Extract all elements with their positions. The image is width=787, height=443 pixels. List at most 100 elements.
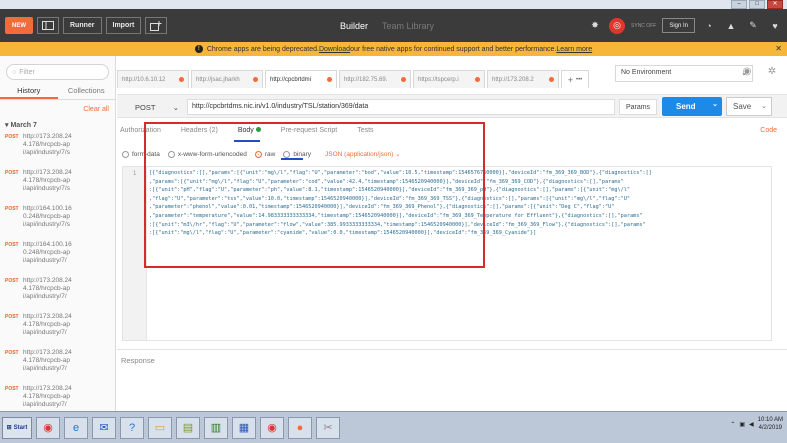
body-indicator-icon xyxy=(255,127,261,132)
minimize-button[interactable]: – xyxy=(731,0,747,9)
request-tab-active[interactable]: http://cpcbrtdmi xyxy=(265,70,337,88)
radio-urlencoded[interactable]: x-www-form-urlencoded xyxy=(167,150,247,158)
history-item[interactable]: POST http://173.208.24 4.178/hrcpcb-ap i/… xyxy=(0,165,115,201)
banner-text-2: our free native apps for continued suppo… xyxy=(350,45,557,53)
save-button[interactable]: Save ⌄ xyxy=(726,97,772,116)
ie-taskbar-icon[interactable]: e xyxy=(64,416,88,439)
tab-authorization[interactable]: Authorization xyxy=(120,127,161,141)
chevron-down-icon[interactable]: ⌄ xyxy=(712,100,718,108)
radio-raw[interactable]: raw xyxy=(254,150,275,158)
clock[interactable]: 10:10 AM 4/2/2019 xyxy=(758,416,783,432)
url-input[interactable]: http://cpcbrtdms.nic.in/v1.0/industry/TS… xyxy=(187,99,615,115)
banner-text-1: Chrome apps are being deprecated. xyxy=(206,45,319,53)
history-icon[interactable]: ◔ xyxy=(701,18,717,34)
chart-taskbar-icon[interactable]: ▥ xyxy=(204,416,228,439)
environment-select[interactable]: No Environment ⌄ xyxy=(615,65,753,82)
history-list: POST http://173.208.24 4.178/hrcpcb-ap i/… xyxy=(0,129,115,417)
postman-taskbar-icon[interactable]: ● xyxy=(288,416,312,439)
history-item[interactable]: POST http://173.208.24 4.178/hrcpcb-ap i/… xyxy=(0,273,115,309)
tab-body[interactable]: Body xyxy=(238,127,261,141)
raw-underline xyxy=(281,158,303,160)
params-button[interactable]: Params xyxy=(619,99,657,115)
radio-icon xyxy=(283,150,291,158)
chrome-taskbar-icon-2[interactable]: ◉ xyxy=(260,416,284,439)
date-group-label: March 7 xyxy=(10,122,37,129)
history-item[interactable]: POST http://164.100.16 0.248/hrcpcb-ap i/… xyxy=(0,201,115,237)
tab-headers[interactable]: Headers (2) xyxy=(181,127,218,141)
tab-tests[interactable]: Tests xyxy=(357,127,373,141)
gear-icon[interactable]: ✲ xyxy=(766,66,778,78)
tab-collections[interactable]: Collections xyxy=(58,86,116,99)
request-tab[interactable]: http://173.208.2 xyxy=(487,70,559,88)
team-library-tab[interactable]: Team Library xyxy=(382,21,434,31)
unsaved-dot-icon xyxy=(475,77,480,82)
help-taskbar-icon[interactable]: ? xyxy=(120,416,144,439)
history-url: http://173.208.24 4.178/hrcpcb-ap i/api/… xyxy=(23,277,72,300)
folder-taskbar-icon[interactable]: ▭ xyxy=(148,416,172,439)
radio-binary[interactable]: binary xyxy=(283,150,311,158)
banner-close-icon[interactable]: ✕ xyxy=(775,44,782,53)
bell-icon[interactable]: ▲ xyxy=(723,18,739,34)
notes-taskbar-icon[interactable]: ▤ xyxy=(176,416,200,439)
import-button[interactable]: Import xyxy=(105,17,142,34)
unsaved-dot-icon xyxy=(327,77,332,82)
history-item[interactable]: POST http://173.208.24 4.178/hrcpcb-ap i/… xyxy=(0,345,115,381)
request-tab[interactable]: https://tspcerp.i xyxy=(413,70,485,88)
chevron-down-icon: ⌄ xyxy=(395,151,401,158)
tool-taskbar-icon[interactable]: ✂ xyxy=(316,416,340,439)
runner-button[interactable]: Runner xyxy=(63,17,102,34)
wrench-icon[interactable]: ✎ xyxy=(745,18,761,34)
new-button[interactable]: NEW xyxy=(5,17,33,34)
send-button[interactable]: Send ⌄ xyxy=(662,97,722,116)
tray-arrow-icon[interactable]: ⌃ xyxy=(730,421,735,428)
tab-history[interactable]: History xyxy=(0,86,58,99)
tab-prerequest-script[interactable]: Pre-request Script xyxy=(281,127,337,141)
maximize-button[interactable]: □ xyxy=(749,0,765,9)
volume-icon[interactable]: ◀ xyxy=(749,421,754,428)
history-item[interactable]: POST http://164.100.16 0.248/hrcpcb-ap i/… xyxy=(0,237,115,273)
chrome-taskbar-icon[interactable]: ◉ xyxy=(36,416,60,439)
tab-label: http://cpcbrtdmi xyxy=(270,76,312,83)
body-editor[interactable]: 1 [{"diagnostics":[],"params":[{"unit":"… xyxy=(122,166,772,341)
deprecation-banner: ! Chrome apps are being deprecated. Down… xyxy=(0,42,787,56)
request-tab[interactable]: http://jsac.jharkh xyxy=(191,70,263,88)
builder-tab[interactable]: Builder xyxy=(340,21,368,31)
history-date-group[interactable]: ▾ March 7 xyxy=(0,113,115,129)
chevron-down-icon: ⌄ xyxy=(172,102,179,112)
new-window-button[interactable] xyxy=(145,17,168,34)
sign-in-button[interactable]: Sign In xyxy=(662,18,695,33)
content-type-select[interactable]: JSON (application/json) ⌄ xyxy=(325,150,401,158)
sidebar-toggle-button[interactable] xyxy=(37,17,59,34)
taskbar: ⊞ Start ◉ e ✉ ? ▭ ▤ ▥ ▦ ◉ ● ✂ ⌃ ▣ ◀ 10:10… xyxy=(0,411,787,443)
filter-input[interactable]: ○ Filter xyxy=(6,64,109,80)
body-code[interactable]: [{"diagnostics":[],"params":[{"unit":"mg… xyxy=(149,169,769,238)
clear-all-link[interactable]: Clear all xyxy=(0,100,115,113)
history-item[interactable]: POST http://173.208.24 4.178/hrcpcb-ap i/… xyxy=(0,129,115,165)
request-url-row: POST ⌄ http://cpcbrtdms.nic.in/v1.0/indu… xyxy=(117,94,787,118)
download-link[interactable]: Download xyxy=(319,46,350,53)
add-tab-button[interactable]: + ••• xyxy=(561,70,589,88)
history-item[interactable]: POST http://173.208.24 4.178/hrcpcb-ap i/… xyxy=(0,309,115,345)
eye-icon[interactable]: ◉ xyxy=(741,66,753,78)
tab-label: http://10.6.10.12 xyxy=(122,76,166,83)
radio-form-data[interactable]: form-data xyxy=(122,150,160,158)
outlook-taskbar-icon[interactable]: ✉ xyxy=(92,416,116,439)
search-icon: ○ xyxy=(12,68,17,76)
heart-icon[interactable]: ♥ xyxy=(767,18,783,34)
close-window-button[interactable]: ✕ xyxy=(767,0,783,9)
filter-placeholder: Filter xyxy=(19,68,35,76)
network-icon[interactable]: ▣ xyxy=(739,421,745,428)
request-tab[interactable]: http://182.75.69. xyxy=(339,70,411,88)
chevron-down-icon[interactable]: ⌄ xyxy=(761,102,767,110)
document-taskbar-icon[interactable]: ▦ xyxy=(232,416,256,439)
request-tab[interactable]: http://10.6.10.12 xyxy=(117,70,189,88)
history-method: POST xyxy=(5,206,19,212)
method-select[interactable]: POST ⌄ xyxy=(129,99,185,115)
interceptor-icon[interactable]: ✸ xyxy=(587,18,603,34)
start-button[interactable]: ⊞ Start xyxy=(2,416,32,439)
send-label: Send xyxy=(676,102,696,111)
system-tray: ⌃ ▣ ◀ 10:10 AM 4/2/2019 xyxy=(730,416,783,432)
learn-more-link[interactable]: Learn more xyxy=(556,46,592,53)
sync-icon[interactable]: ◎ xyxy=(609,17,626,34)
code-link[interactable]: Code xyxy=(760,127,777,134)
